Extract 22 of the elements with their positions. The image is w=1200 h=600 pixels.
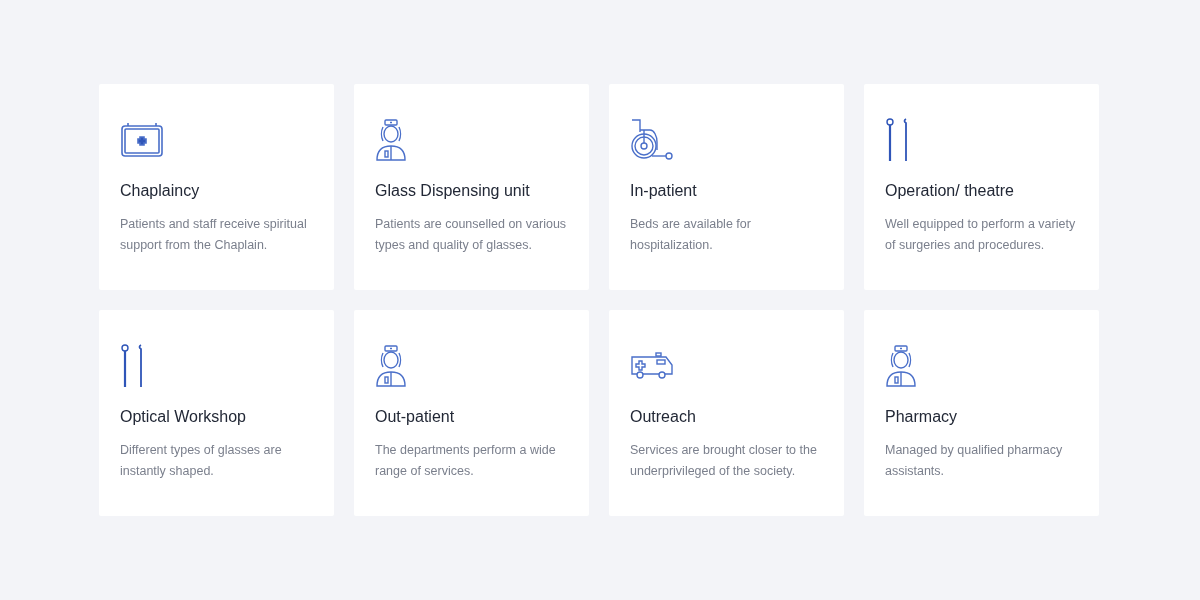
- service-title: Optical Workshop: [120, 408, 247, 426]
- wheelchair-icon: [630, 118, 674, 162]
- service-title: Out-patient: [375, 408, 456, 426]
- service-description: The departments perform a wide range of services.: [375, 442, 557, 480]
- service-title: Pharmacy: [885, 408, 959, 426]
- service-description: Services are brought closer to the underprivileged of the society.: [630, 442, 818, 480]
- service-description: Well equipped to perform a variety of surgeries and procedures.: [885, 216, 1077, 254]
- service-description: Different types of glasses are instantly shaped.: [120, 442, 283, 480]
- service-title: In-patient: [630, 182, 698, 200]
- service-title: Outreach: [630, 408, 697, 426]
- service-title: Operation/ theatre: [885, 182, 1015, 200]
- medical-kit-icon: [120, 122, 164, 158]
- service-title: Glass Dispensing unit: [375, 182, 531, 200]
- service-description: Patients and staff receive spiritual support from the Chaplain.: [120, 216, 308, 254]
- nurse-icon: [375, 345, 407, 387]
- service-description: Patients are counselled on various types and quality of glasses.: [375, 216, 568, 254]
- ambulance-icon: [630, 352, 674, 380]
- nurse-icon: [375, 119, 407, 161]
- nurse-icon: [885, 345, 917, 387]
- service-title: Chaplaincy: [120, 182, 201, 200]
- service-description: Beds are available for hospitalization.: [630, 216, 752, 254]
- service-description: Managed by qualified pharmacy assistants.: [885, 442, 1064, 480]
